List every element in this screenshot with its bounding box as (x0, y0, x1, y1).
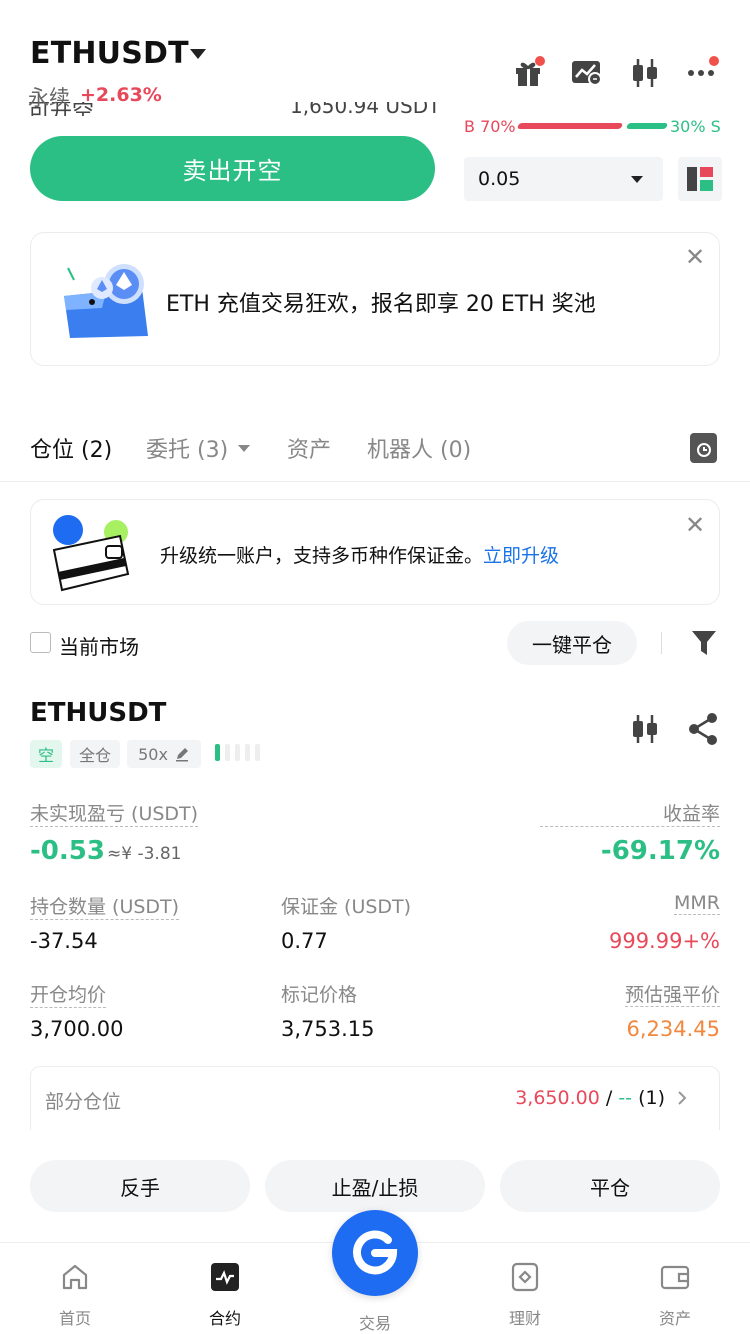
tab-positions[interactable]: 仓位 (2) (30, 432, 112, 464)
home-icon (60, 1262, 90, 1292)
partial-positions-summary: 3,650.00 / -- (1) (515, 1087, 665, 1109)
tab-assets[interactable]: 资产 (287, 432, 331, 464)
tab-orders[interactable]: 委托 (3) (146, 432, 228, 464)
mark-price-value: 3,753.15 (281, 1017, 375, 1041)
current-market-label[interactable]: 当前市场 (59, 631, 139, 660)
roe-value: -69.17% (600, 836, 720, 866)
price-change: +2.63% (80, 84, 162, 106)
mmr-label[interactable]: MMR (600, 892, 720, 915)
tabs-divider (0, 481, 750, 482)
mark-price-label: 标记价格 (281, 984, 358, 1006)
reverse-button[interactable]: 反手 (30, 1160, 250, 1212)
pair-title[interactable]: ETHUSDT (30, 36, 189, 71)
side-badge: 空 (30, 740, 62, 768)
nav-earn[interactable]: 理财 (475, 1262, 575, 1332)
unrealized-pnl-cny: ≈¥ -3.81 (107, 844, 182, 864)
upgrade-text: 升级统一账户，支持多币种作保证金。 (160, 545, 484, 567)
unrealized-pnl-label[interactable]: 未实现盈亏 (USDT) (30, 799, 199, 827)
candlestick-icon[interactable] (628, 56, 662, 90)
leverage-badge[interactable]: 50x (127, 740, 201, 768)
roe-label[interactable]: 收益率 (540, 799, 720, 827)
liq-price-value: 6,234.45 (626, 1017, 720, 1041)
leverage-value: 50x (138, 744, 168, 764)
earn-icon (510, 1262, 540, 1292)
pair-dropdown-icon[interactable] (190, 49, 206, 59)
risk-bar-3 (235, 744, 240, 761)
mmr-value: 999.99+% (608, 929, 720, 953)
sell-ratio-label: 30% S (670, 117, 721, 136)
position-chart-icon[interactable] (628, 712, 662, 746)
buy-ratio-label: B 70% (464, 117, 516, 136)
chart-calc-icon[interactable] (570, 56, 604, 90)
orderbook-precision-select[interactable]: 0.05 (464, 157, 663, 201)
close-all-button[interactable]: 一键平仓 (507, 621, 637, 665)
contract-icon (210, 1262, 240, 1292)
promo-text: ETH 充值交易狂欢，报名即享 20 ETH 奖池 (166, 292, 596, 317)
orderbook-layout-button[interactable] (678, 157, 722, 201)
edit-icon (175, 748, 188, 762)
partial-positions-label: 部分仓位 (45, 1091, 122, 1113)
margin-label: 保证金 (USDT) (281, 896, 412, 918)
wallet-illustration (48, 512, 134, 594)
nav-assets[interactable]: 资产 (625, 1262, 725, 1332)
current-market-checkbox[interactable] (30, 632, 51, 653)
entry-price-value: 3,700.00 (30, 1017, 124, 1041)
eth-wallet-illustration (56, 258, 156, 340)
chevron-down-icon (631, 176, 643, 183)
margin-mode-badge: 全仓 (70, 740, 120, 768)
upgrade-message: 升级统一账户，支持多币种作保证金。立即升级 (160, 541, 559, 568)
close-position-button[interactable]: 平仓 (500, 1160, 720, 1212)
risk-bar-4 (245, 744, 250, 761)
unrealized-pnl-value: -0.53 (30, 836, 105, 866)
available-amount-partial: 1,650.94 USDT (290, 102, 441, 116)
risk-bar-5 (255, 744, 260, 761)
position-symbol[interactable]: ETHUSDT (30, 698, 166, 728)
share-icon[interactable] (686, 712, 720, 746)
trade-logo-icon (353, 1230, 398, 1275)
more-icon[interactable] (686, 56, 720, 90)
position-size-label[interactable]: 持仓数量 (USDT) (30, 892, 180, 920)
trade-fab-button[interactable] (332, 1210, 418, 1296)
nav-home[interactable]: 首页 (25, 1262, 125, 1332)
upgrade-close-icon[interactable]: ✕ (685, 513, 705, 537)
tpsl-button[interactable]: 止盈/止损 (265, 1160, 485, 1212)
layout-icon (687, 167, 713, 191)
chevron-right-icon[interactable] (676, 1090, 688, 1106)
position-size-value: -37.54 (30, 929, 98, 953)
buy-ratio-bar (516, 123, 624, 129)
orders-dropdown-icon[interactable] (238, 445, 250, 452)
filter-icon[interactable] (690, 628, 718, 658)
gift-icon[interactable] (512, 56, 546, 90)
contract-type: 永续 (28, 86, 70, 110)
promo-close-icon[interactable]: ✕ (685, 245, 705, 269)
wallet-icon (660, 1262, 690, 1292)
liq-price-label[interactable]: 预估强平价 (560, 980, 720, 1007)
risk-bar-2 (225, 744, 230, 761)
filter-separator (661, 632, 662, 654)
nav-trade-label[interactable]: 交易 (325, 1310, 425, 1334)
sell-short-button[interactable]: 卖出开空 (30, 136, 435, 201)
precision-value: 0.05 (478, 168, 521, 190)
sell-ratio-bar (625, 123, 669, 129)
history-icon[interactable] (690, 433, 717, 463)
risk-bar-1 (215, 744, 220, 761)
nav-contract[interactable]: 合约 (175, 1262, 275, 1332)
margin-value: 0.77 (281, 929, 328, 953)
upgrade-now-link[interactable]: 立即升级 (483, 545, 559, 567)
tab-bots[interactable]: 机器人 (0) (367, 432, 471, 464)
entry-price-label[interactable]: 开仓均价 (30, 980, 107, 1008)
